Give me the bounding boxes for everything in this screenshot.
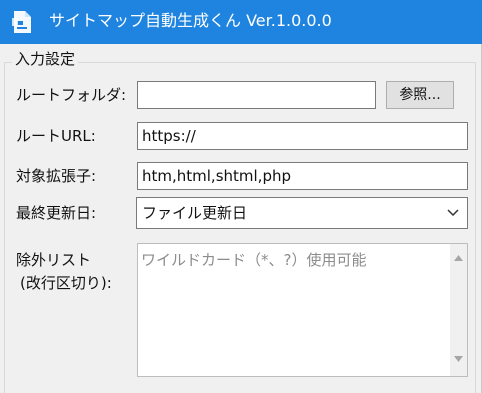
root-folder-label: ルートフォルダ: bbox=[16, 86, 127, 104]
root-url-input[interactable]: https:// bbox=[137, 122, 468, 150]
scroll-down-arrow-icon[interactable] bbox=[453, 355, 464, 363]
exclude-list-textarea[interactable]: ワイルドカード（*、?）使用可能 bbox=[137, 243, 468, 377]
root-folder-input[interactable] bbox=[137, 81, 376, 109]
title-bar[interactable]: サイトマップ自動生成くん Ver.1.0.0.0 bbox=[0, 0, 482, 44]
extensions-input[interactable]: htm,html,shtml,php bbox=[137, 162, 468, 190]
extensions-label: 対象拡張子: bbox=[16, 167, 97, 185]
app-icon bbox=[12, 11, 31, 33]
browse-button[interactable]: 参照... bbox=[386, 81, 454, 109]
exclude-list-placeholder: ワイルドカード（*、?）使用可能 bbox=[141, 251, 367, 269]
vertical-scrollbar[interactable] bbox=[450, 244, 467, 376]
exclude-list-label: 除外リスト bbox=[16, 251, 92, 269]
scroll-up-arrow-icon[interactable] bbox=[453, 254, 464, 262]
settings-group-title: 入力設定 bbox=[12, 49, 79, 69]
last-modified-label: 最終更新日: bbox=[16, 204, 97, 222]
last-modified-select[interactable]: ファイル更新日 bbox=[136, 197, 468, 229]
last-modified-selected-value: ファイル更新日 bbox=[142, 204, 248, 222]
exclude-list-sublabel: (改行区切り): bbox=[20, 274, 112, 292]
window-title: サイトマップ自動生成くん Ver.1.0.0.0 bbox=[49, 11, 332, 30]
root-url-label: ルートURL: bbox=[16, 127, 96, 145]
chevron-down-icon bbox=[447, 209, 459, 217]
